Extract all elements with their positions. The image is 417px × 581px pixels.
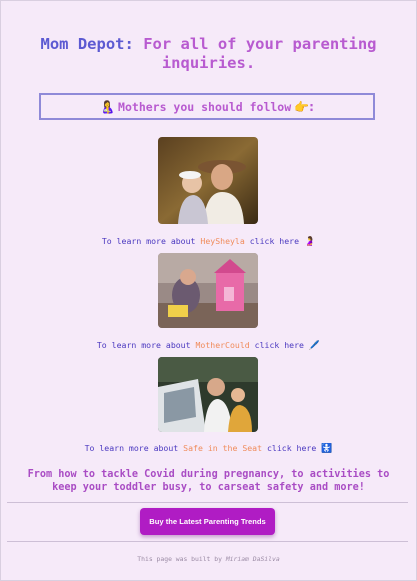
buy-trends-button[interactable]: Buy the Latest Parenting Trends <box>140 508 275 535</box>
tagline: For all of your parenting inquiries. <box>143 35 377 72</box>
divider <box>7 502 408 503</box>
pregnant-woman-icon: 🤰 <box>303 237 316 247</box>
follow-heading: 🤱 Mothers you should follow 👉: <box>39 93 375 120</box>
page-title: Mom Depot: For all of your parenting inq… <box>10 35 407 73</box>
divider <box>7 541 408 542</box>
mother-link-3[interactable]: To learn more about Safe in the Seat cli… <box>0 443 417 454</box>
footer: This page was built by Miriam DaSilva <box>0 555 417 563</box>
click-here-link[interactable]: click here <box>255 340 304 350</box>
link-prefix: To learn more about <box>84 443 179 453</box>
pen-icon: 🖊️ <box>308 341 321 351</box>
safe-in-the-seat-photo[interactable] <box>158 357 258 432</box>
mothercould-photo[interactable] <box>158 253 258 328</box>
mother-link-1[interactable]: To learn more about HeySheyla click here… <box>0 236 417 247</box>
footer-text: This page was built by <box>137 555 222 563</box>
footer-author: Miriam DaSilva <box>225 555 280 563</box>
link-prefix: To learn more about <box>96 340 191 350</box>
baby-symbol-icon: 🚼 <box>321 444 333 454</box>
breastfeeding-icon: 🤱 <box>100 99 116 114</box>
intro-blurb: From how to tackle Covid during pregnanc… <box>27 469 390 493</box>
link-prefix: To learn more about <box>101 236 196 246</box>
follow-heading-text: Mothers you should follow <box>118 99 292 114</box>
mother-name[interactable]: HeySheyla <box>200 236 244 246</box>
mother-name[interactable]: Safe in the Seat <box>183 443 262 453</box>
pointing-hand-icon: 👉: <box>294 99 314 114</box>
brand-name: Mom Depot: <box>40 35 134 53</box>
mother-name[interactable]: MotherCould <box>195 340 249 350</box>
click-here-link[interactable]: click here <box>267 443 316 453</box>
heysheyla-photo[interactable] <box>158 137 258 224</box>
mother-link-2[interactable]: To learn more about MotherCould click he… <box>0 340 417 351</box>
click-here-link[interactable]: click here <box>250 236 299 246</box>
